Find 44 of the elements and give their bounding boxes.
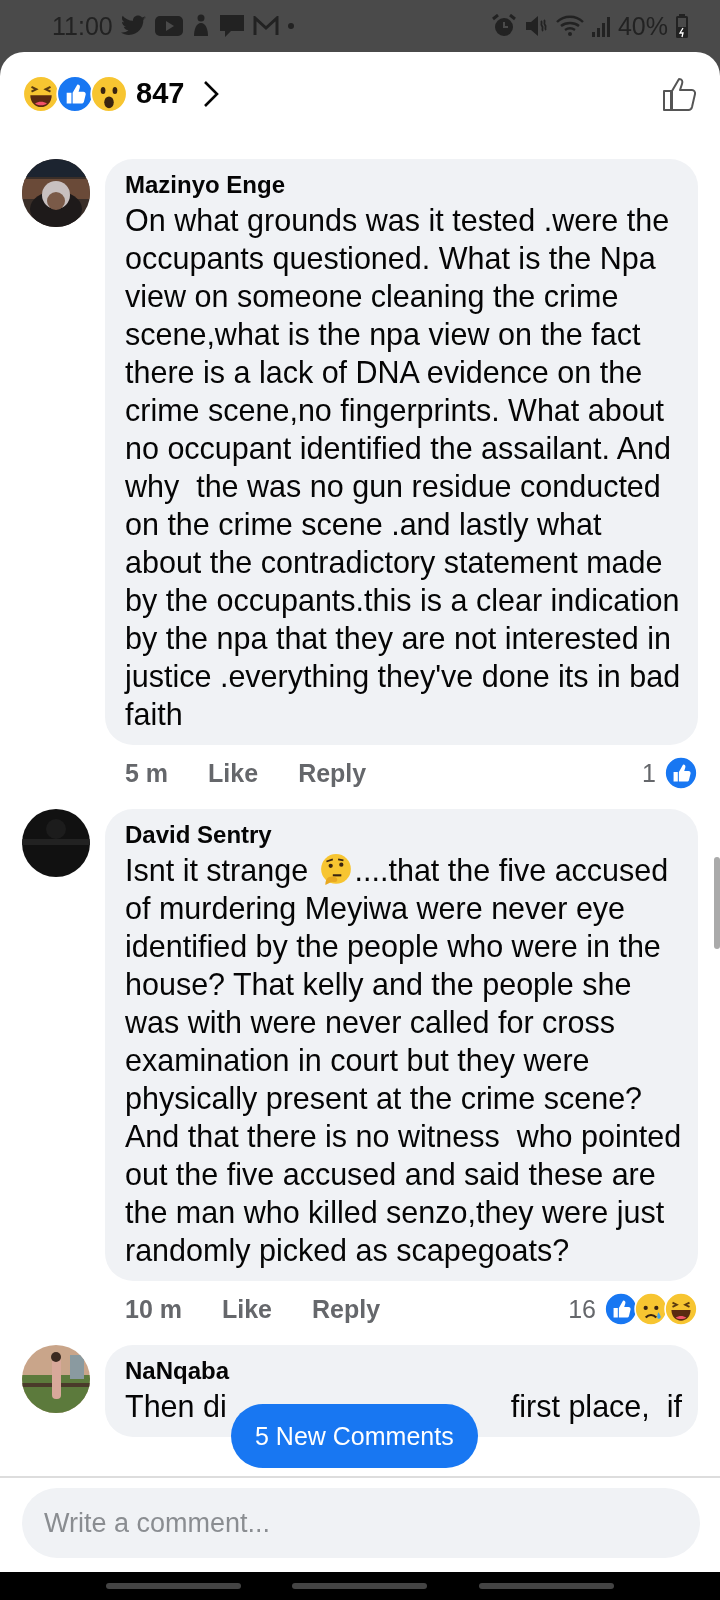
like-icon — [56, 74, 94, 113]
bird-icon — [120, 15, 147, 37]
play-icon — [154, 16, 183, 36]
comment-text: first place, if — [510, 1388, 682, 1425]
new-comments-button[interactable]: 5 New Comments — [231, 1404, 478, 1468]
like-link[interactable]: Like — [222, 1294, 272, 1324]
chevron-right-icon[interactable] — [202, 79, 221, 108]
comment-text: ....that the five accused — [354, 853, 669, 887]
nav-handle[interactable] — [292, 1583, 428, 1589]
signal-icon — [591, 14, 610, 38]
scrollbar[interactable] — [714, 857, 720, 949]
reply-link[interactable]: Reply — [298, 758, 367, 788]
surprised-face-icon — [90, 74, 128, 113]
alarm-icon — [491, 14, 516, 38]
comment-author[interactable]: David Sentry — [125, 819, 682, 851]
comment-text: of murdering Meyiwa were never eye identified by the people who were in the house? That kelly and the people she was with were never called for cross examination in court but they were physically present at the crime scene? And that there is no witness who pointed out the five accused and said these are the man who killed senzo,they were just randomly picked as scapegoats? — [125, 890, 682, 1269]
wifi-icon — [555, 14, 584, 38]
crying-face-icon — [634, 1292, 668, 1326]
mute-icon — [523, 14, 548, 38]
reply-link[interactable]: Reply — [312, 1294, 381, 1324]
comment-time: 5 m — [125, 758, 169, 788]
reaction-count[interactable]: 16 — [568, 1294, 596, 1324]
nav-handle[interactable] — [105, 1583, 241, 1589]
comment-text: Then di — [125, 1388, 227, 1425]
reaction-count[interactable]: 1 — [642, 758, 656, 788]
mail-icon — [252, 16, 279, 36]
like-icon — [604, 1292, 638, 1326]
comment-author[interactable]: Mazinyo Enge — [125, 169, 682, 201]
comment-text: On what grounds was it tested .were the occupants questioned. What is the Npa view on someone cleaning the crime scene,what is the npa view on the fact there is a lack of DNA evidence on the crime scene,no fingerprints. What about no occupant identified the assailant. And why the was no gun residue conducted on the crime scene .and lastly what about the contradictory statement made by the occupants.this is a clear indication by the npa that they are not interested in justice .everything they've done its in bad faith — [125, 202, 682, 733]
like-icon[interactable] — [662, 75, 698, 112]
comment-time: 10 m — [125, 1294, 182, 1324]
battery-icon — [676, 14, 688, 38]
comment-input-field[interactable]: Write a comment... — [22, 1488, 700, 1558]
nav-handle[interactable] — [479, 1583, 615, 1589]
like-link[interactable]: Like — [208, 758, 259, 788]
thinking-face-icon — [318, 853, 353, 887]
reaction-count[interactable]: 847 — [136, 77, 185, 110]
dot-icon — [286, 22, 295, 30]
laughing-face-icon — [22, 74, 60, 113]
laughing-face-icon — [664, 1292, 698, 1326]
comment-author[interactable]: NaNqaba — [125, 1355, 682, 1387]
like-icon — [664, 756, 698, 790]
comment-text: Isnt it strange — [125, 853, 310, 887]
chat-icon — [218, 14, 245, 38]
